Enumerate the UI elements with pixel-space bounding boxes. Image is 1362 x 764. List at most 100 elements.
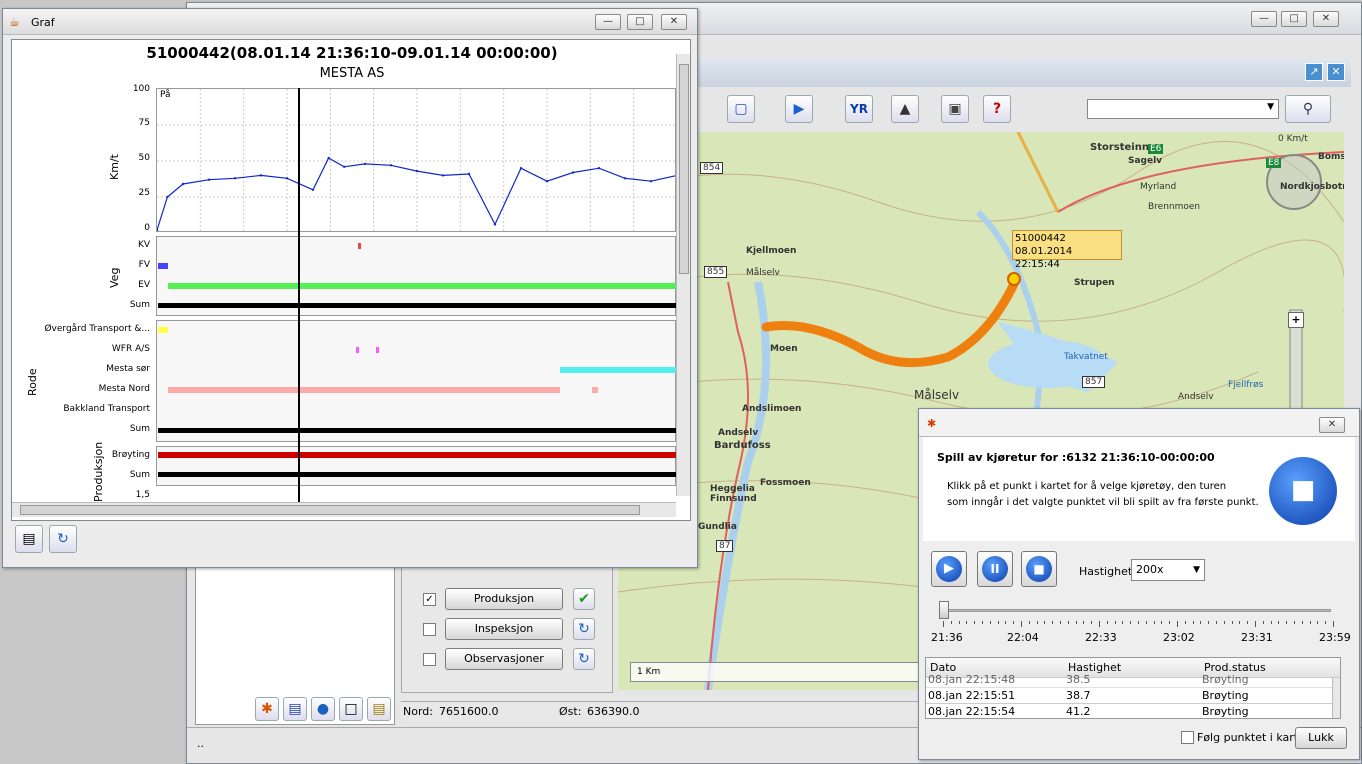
time-cursor-line[interactable] <box>298 88 300 514</box>
slider-tick-mark <box>997 621 999 624</box>
slider-tick-mark <box>1247 621 1249 624</box>
speed-tick: 50 <box>138 153 150 163</box>
speed-point <box>493 223 497 226</box>
search-icon[interactable]: ⚲ <box>1285 95 1331 123</box>
map-label: Sagelv <box>1128 156 1163 166</box>
slider-tick-mark <box>1091 621 1093 624</box>
refresh-icon[interactable]: ↻ <box>573 648 595 670</box>
slider-tick-mark <box>1286 621 1288 624</box>
speed-tick: 75 <box>138 118 150 128</box>
slider-tick-mark <box>974 621 976 624</box>
inspeksjon-button[interactable]: Inspeksjon <box>445 618 563 640</box>
inner-close-icon[interactable]: ✕ <box>1327 63 1345 81</box>
time-slider-track[interactable] <box>939 609 1331 612</box>
play-button[interactable]: ▶ <box>931 551 967 587</box>
confirm-icon[interactable]: ✔ <box>573 588 595 610</box>
veg-row-label: FV <box>138 260 150 270</box>
playback-titlebar <box>919 409 1359 437</box>
cell-hastighet: 38.7 <box>1066 689 1091 702</box>
time-tick: 22:04 <box>1007 631 1039 644</box>
refresh-icon[interactable]: ↻ <box>49 525 77 553</box>
road-icon[interactable]: ▲ <box>891 95 919 123</box>
check-inspeksjon[interactable] <box>423 623 436 636</box>
speed-point <box>415 169 419 173</box>
playback-close-button[interactable]: ✕ <box>1319 417 1345 433</box>
table-scrollbar[interactable] <box>1332 678 1340 718</box>
graf-vertical-scrollbar[interactable] <box>676 54 690 496</box>
refresh-icon[interactable]: ↻ <box>573 618 595 640</box>
map-label: Fossmoen <box>760 478 811 488</box>
table-row[interactable]: 08.jan 22:15:48 38.5 Brøyting <box>926 672 1340 688</box>
speed-point <box>285 177 289 180</box>
slider-tick-mark <box>982 621 983 624</box>
rode-nord-bar <box>592 387 598 393</box>
speed-tick: 25 <box>138 188 150 198</box>
graf-maximize-button[interactable]: □ <box>627 14 653 30</box>
map-label: Heggelia <box>710 484 755 494</box>
observasjoner-button[interactable]: Observasjoner <box>445 648 563 670</box>
table-row[interactable]: 08.jan 22:15:54 41.2 Brøyting <box>926 704 1340 718</box>
zoom-in-icon[interactable]: + <box>1288 312 1304 328</box>
road-number: 855 <box>704 266 728 278</box>
rode-sum-bar <box>158 428 676 433</box>
playback-title: Spill av kjøretur for :6132 21:36:10-00:… <box>937 451 1215 464</box>
cell-dato: 08.jan 22:15:48 <box>928 673 1016 686</box>
playback-window: ✱ ✕ Spill av kjøretur for :6132 21:36:10… <box>918 408 1360 760</box>
graf-minimize-button[interactable]: — <box>595 14 621 30</box>
speed-point <box>545 180 549 183</box>
veg-sum-bar <box>158 303 676 308</box>
status-text: .. <box>197 737 204 750</box>
map-label: Bomsk <box>1318 152 1344 162</box>
save-icon[interactable]: ▣ <box>941 95 969 123</box>
slider-tick-mark <box>1075 621 1077 624</box>
veg-kv-bar <box>358 243 361 249</box>
map-label: Moen <box>770 344 798 354</box>
slider-tick-mark <box>958 621 960 624</box>
window-icon[interactable]: □ <box>339 697 363 721</box>
inner-restore-icon[interactable]: ↗ <box>1305 63 1323 81</box>
pause-button[interactable]: II <box>977 551 1013 587</box>
play-icon[interactable]: ▶ <box>785 95 813 123</box>
notepad-icon[interactable]: ▤ <box>367 697 391 721</box>
table-row[interactable]: 08.jan 22:15:51 38.7 Brøyting <box>926 688 1340 704</box>
produksjon-button[interactable]: Produksjon <box>445 588 563 610</box>
ruler-icon[interactable]: ▢ <box>727 95 755 123</box>
road-number: 857 <box>1082 376 1106 388</box>
map-label: Målselv <box>746 268 780 278</box>
speed-point <box>363 162 367 166</box>
speed-plot[interactable] <box>156 88 676 232</box>
graf-close-button[interactable]: ✕ <box>661 14 687 30</box>
graf-horizontal-scrollbar[interactable] <box>12 502 676 517</box>
slider-tick-mark <box>1216 621 1217 624</box>
close-button[interactable]: Lukk <box>1295 727 1347 749</box>
yr-icon[interactable]: YR <box>845 95 873 123</box>
map-label: Fjellfrøs <box>1228 380 1264 390</box>
scale-bar: 1 Km <box>630 662 930 682</box>
stop-button[interactable]: ■ <box>1021 551 1057 587</box>
follow-checkbox[interactable] <box>1181 731 1194 744</box>
speed-value: 200x <box>1136 563 1164 576</box>
slider-tick-mark <box>1036 621 1038 624</box>
speed-select[interactable]: 200x ▼ <box>1131 559 1205 581</box>
globe-icon[interactable]: ● <box>311 697 335 721</box>
slider-tick-mark <box>1099 621 1100 627</box>
asterisk-icon[interactable]: ✱ <box>255 697 279 721</box>
main-maximize-button[interactable]: □ <box>1281 11 1307 27</box>
slider-tick-mark <box>1177 621 1178 627</box>
check-observasjoner[interactable] <box>423 653 436 666</box>
copy-icon[interactable]: ▤ <box>15 525 43 553</box>
graf-heading: 51000442(08.01.14 21:36:10-09.01.14 00:0… <box>146 44 558 62</box>
slider-tick-mark <box>1106 621 1108 624</box>
main-minimize-button[interactable]: — <box>1251 11 1277 27</box>
check-produksjon[interactable]: ✓ <box>423 593 436 606</box>
veg-row-label: EV <box>138 280 150 290</box>
main-close-button[interactable]: ✕ <box>1313 11 1339 27</box>
chart-icon[interactable]: ▤ <box>283 697 307 721</box>
scale-label: 1 Km <box>637 667 661 677</box>
help-icon[interactable]: ? <box>983 95 1011 123</box>
search-combo[interactable]: ▼ <box>1087 99 1279 119</box>
time-slider-thumb[interactable] <box>939 601 949 619</box>
cell-dato: 08.jan 22:15:51 <box>928 689 1016 702</box>
slider-tick-mark <box>1161 621 1163 624</box>
rode-wfr-bar <box>376 347 379 353</box>
